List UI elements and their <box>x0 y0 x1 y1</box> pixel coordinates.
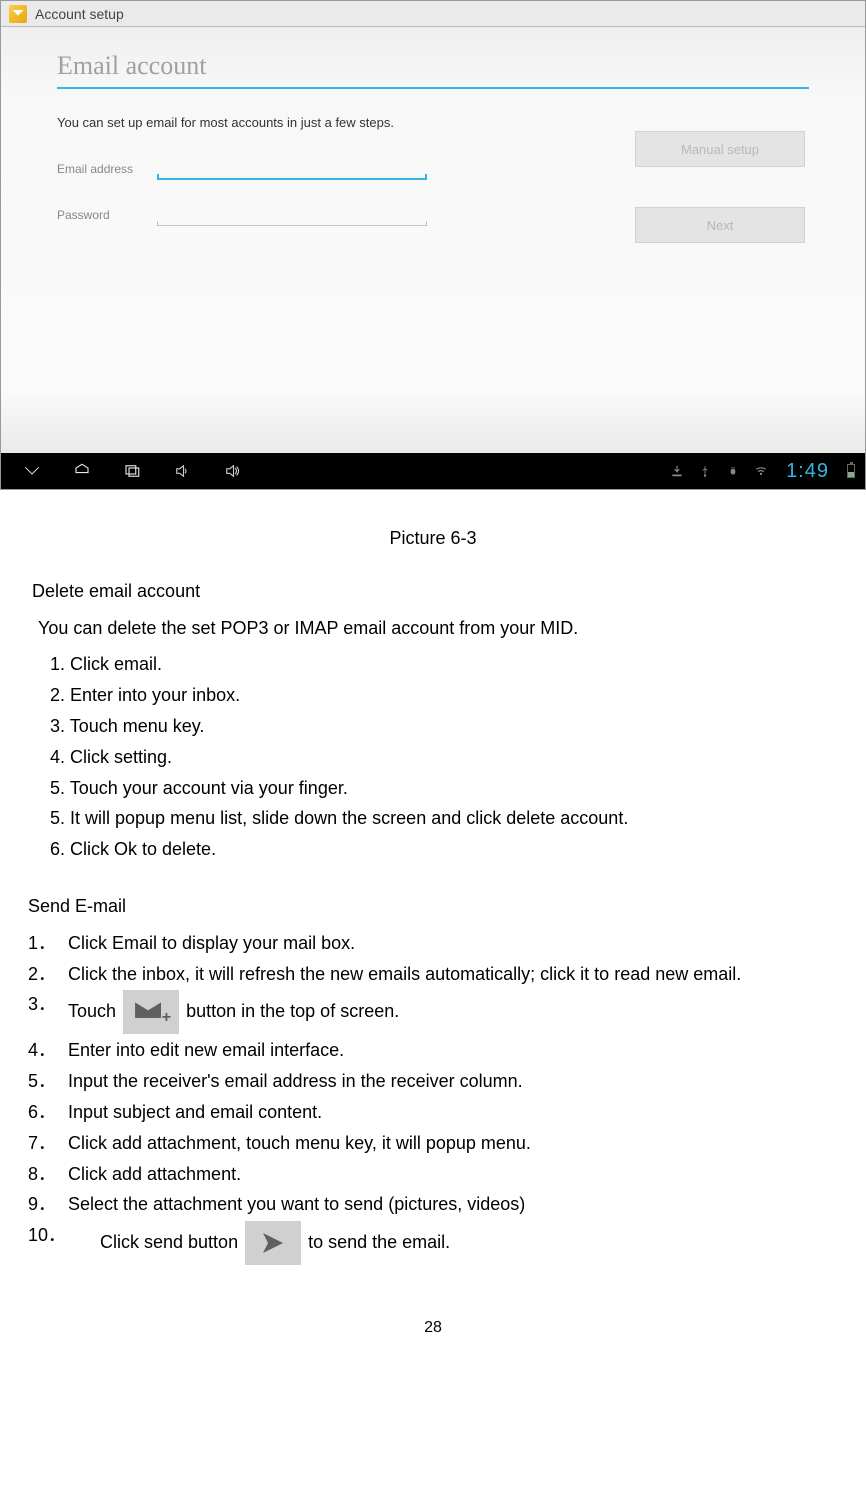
step-text: Input the receiver's email address in th… <box>68 1067 838 1096</box>
list-item: 5. It will popup menu list, slide down t… <box>50 804 838 833</box>
step-number: 8． <box>28 1160 68 1189</box>
figure-caption: Picture 6-3 <box>28 524 838 553</box>
send-section-title: Send E-mail <box>28 892 838 921</box>
step-text-post: button in the top of screen. <box>186 1001 399 1021</box>
download-status-icon <box>670 464 684 478</box>
card-description: You can set up email for most accounts i… <box>57 115 809 130</box>
home-icon[interactable] <box>71 462 93 480</box>
step-number: 9． <box>28 1190 68 1219</box>
volume-down-icon[interactable] <box>171 462 193 480</box>
recent-apps-icon[interactable] <box>121 462 143 480</box>
password-input[interactable] <box>157 200 427 226</box>
hide-keyboard-icon[interactable] <box>21 462 43 480</box>
password-label: Password <box>57 208 157 226</box>
list-item: 2． Click the inbox, it will refresh the … <box>28 960 838 989</box>
list-item: 1. Click email. <box>50 650 838 679</box>
step-number: 4． <box>28 1036 68 1065</box>
card-title: Email account <box>57 51 809 89</box>
step-number: 1． <box>28 929 68 958</box>
list-item: 10． Click send button to send the email. <box>28 1221 838 1265</box>
step-text: Enter into edit new email interface. <box>68 1036 838 1065</box>
list-item: 6． Input subject and email content. <box>28 1098 838 1127</box>
delete-steps-list: 1. Click email. 2. Enter into your inbox… <box>50 650 838 864</box>
step-number: 2． <box>28 960 68 989</box>
volume-up-icon[interactable] <box>221 462 243 480</box>
step-number: 10． <box>28 1221 100 1265</box>
list-item: 4． Enter into edit new email interface. <box>28 1036 838 1065</box>
android-debug-icon <box>726 464 740 478</box>
android-account-setup-screenshot: Account setup Email account You can set … <box>0 0 866 490</box>
delete-section-desc: You can delete the set POP3 or IMAP emai… <box>38 614 838 643</box>
wifi-icon <box>754 464 768 478</box>
mail-app-icon <box>9 5 27 23</box>
send-mail-icon <box>245 1221 301 1265</box>
step-number: 6． <box>28 1098 68 1127</box>
list-item: 2. Enter into your inbox. <box>50 681 838 710</box>
step-number: 7． <box>28 1129 68 1158</box>
list-item: 3． Touch button in the top of screen. <box>28 990 838 1034</box>
titlebar-text: Account setup <box>35 6 124 22</box>
list-item: 4. Click setting. <box>50 743 838 772</box>
list-item: 1． Click Email to display your mail box. <box>28 929 838 958</box>
compose-mail-icon <box>123 990 179 1034</box>
step-text: Select the attachment you want to send (… <box>68 1190 838 1219</box>
android-navbar: 1:49 <box>1 453 865 489</box>
list-item: 9． Select the attachment you want to sen… <box>28 1190 838 1219</box>
delete-section-title: Delete email account <box>32 577 838 606</box>
battery-icon <box>847 464 855 478</box>
page-number: 28 <box>28 1315 838 1341</box>
list-item: 8． Click add attachment. <box>28 1160 838 1189</box>
step-number: 5． <box>28 1067 68 1096</box>
next-button[interactable]: Next <box>635 207 805 243</box>
manual-setup-button[interactable]: Manual setup <box>635 131 805 167</box>
status-clock: 1:49 <box>786 460 829 483</box>
list-item: 3. Touch menu key. <box>50 712 838 741</box>
usb-status-icon <box>698 464 712 478</box>
step-number: 3． <box>28 990 68 1034</box>
titlebar: Account setup <box>1 1 865 27</box>
step-text-pre: Click send button <box>100 1232 243 1252</box>
list-item: 5． Input the receiver's email address in… <box>28 1067 838 1096</box>
list-item: 7． Click add attachment, touch menu key,… <box>28 1129 838 1158</box>
step-text-pre: Touch <box>68 1001 116 1021</box>
step-text: Click Email to display your mail box. <box>68 929 838 958</box>
email-label: Email address <box>57 162 157 180</box>
list-item: 5. Touch your account via your finger. <box>50 774 838 803</box>
email-input[interactable] <box>157 154 427 180</box>
step-text-post: to send the email. <box>308 1232 450 1252</box>
step-text: Click add attachment, touch menu key, it… <box>68 1129 838 1158</box>
step-text: Click add attachment. <box>68 1160 838 1189</box>
step-text: Input subject and email content. <box>68 1098 838 1127</box>
list-item: 6. Click Ok to delete. <box>50 835 838 864</box>
step-text: Click the inbox, it will refresh the new… <box>68 960 838 989</box>
